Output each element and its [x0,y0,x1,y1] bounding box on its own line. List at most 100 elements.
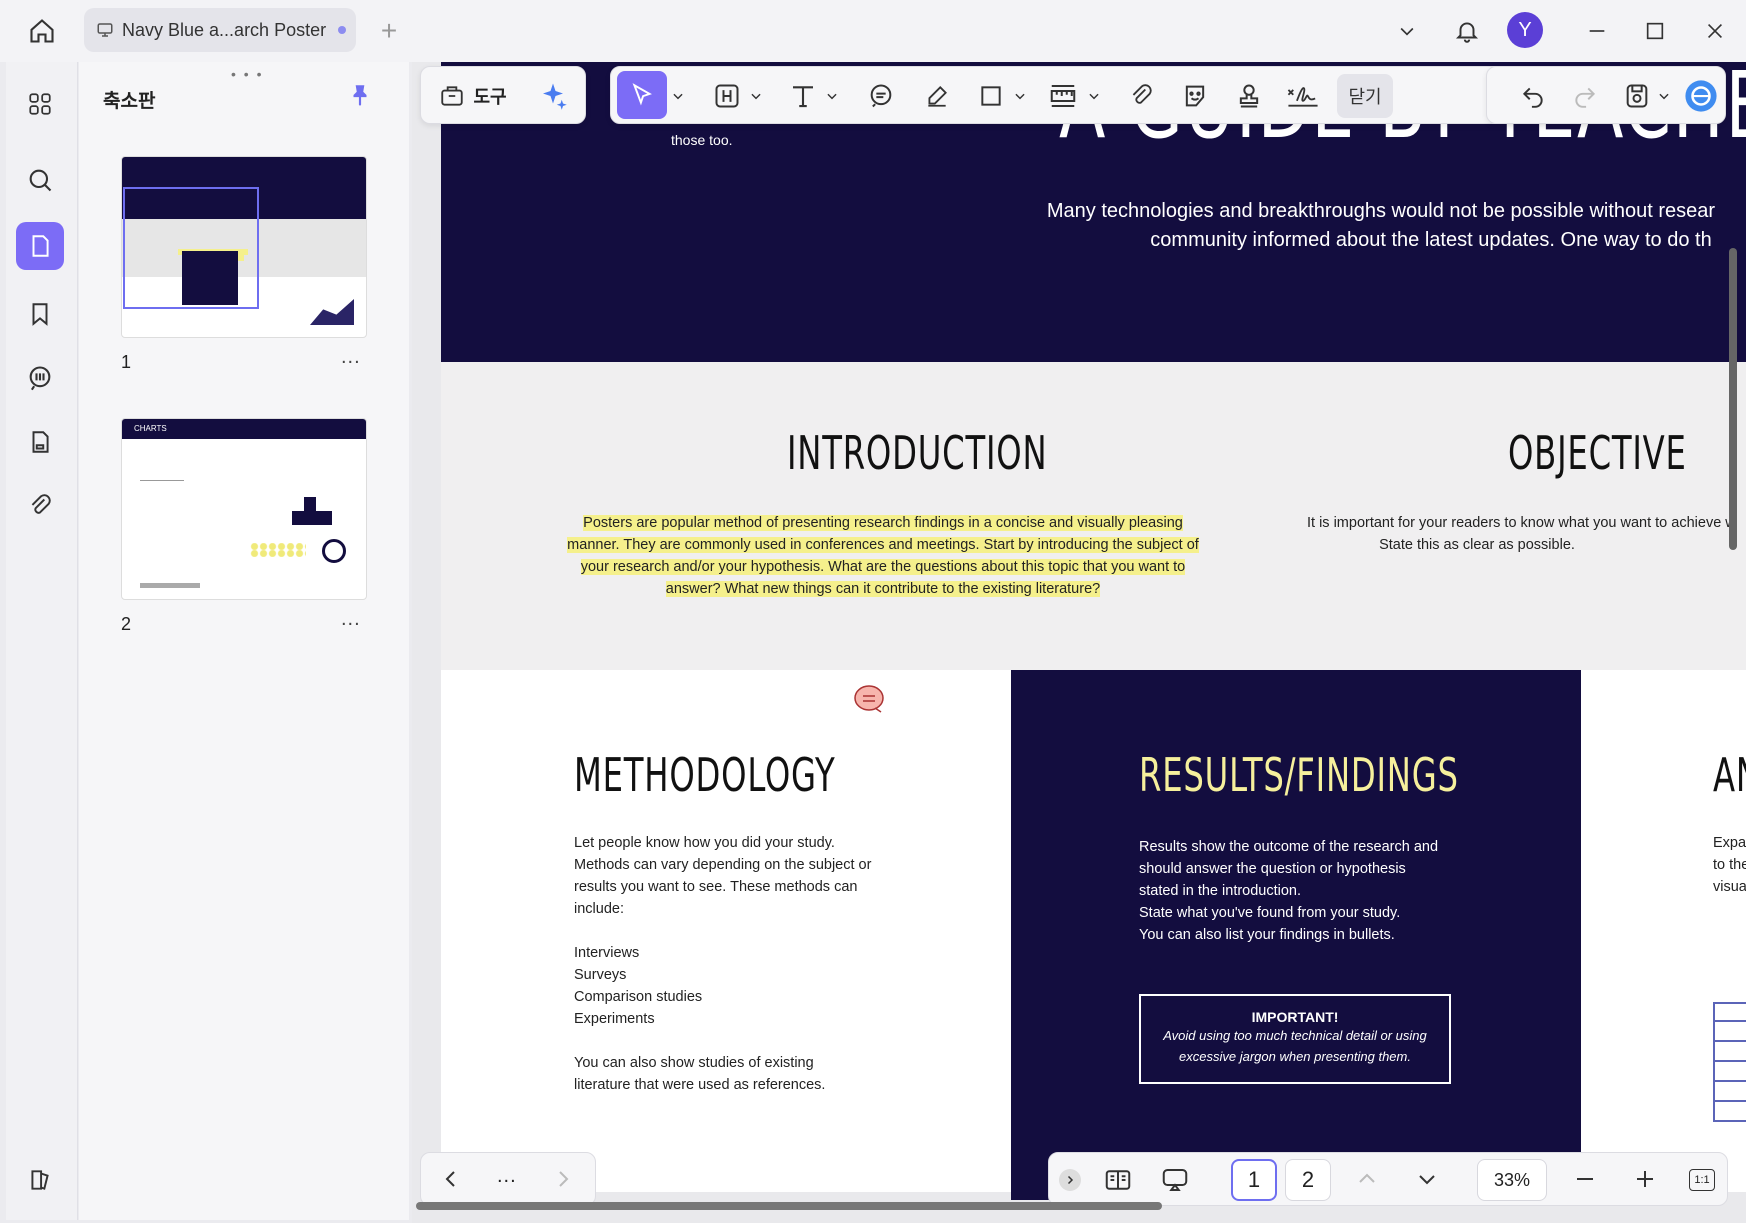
search-icon[interactable] [16,156,64,204]
objective-heading: OBJECTIVE [1508,426,1687,480]
vertical-scrollbar[interactable] [1729,248,1737,550]
analysis-line: to the [1713,857,1746,873]
methodology-list-item: Comparison studies [574,989,703,1005]
chevron-down-icon[interactable] [1392,16,1422,46]
poster-intro-line-2: community informed about the latest upda… [1150,229,1712,251]
document-page: A GUIDE BY TEACHER A those too. Many tec… [441,62,1746,1200]
introduction-text: Posters are popular method of presenting… [561,512,1205,600]
tools-label: 도구 [473,87,507,107]
highlighted-text[interactable]: Posters are popular method of presenting… [567,515,1199,597]
notification-bell-icon[interactable] [1450,14,1484,48]
heading-tool-icon[interactable] [707,76,747,116]
two-page-view-icon[interactable] [1103,1165,1133,1195]
signature-icon[interactable] [1283,76,1323,116]
page-nav-mini: ... [420,1152,596,1206]
document-tab[interactable]: Navy Blue a...arch Poster [84,8,356,52]
bookmark-icon[interactable] [16,290,64,338]
results-section: RESULTS/FINDINGS Results show the outcom… [1011,670,1581,1200]
page-more-button[interactable]: ... [341,608,361,631]
introduction-heading: INTRODUCTION [787,426,1048,480]
page-more-button[interactable]: ... [341,346,361,369]
more-button[interactable]: ... [497,1165,517,1188]
attachment-icon[interactable] [16,482,64,530]
horizontal-scrollbar[interactable] [416,1202,1162,1210]
page-number-label: 2 [121,614,132,634]
layers-icon[interactable] [16,1156,64,1204]
methodology-heading: METHODOLOGY [574,748,836,802]
undo-icon[interactable] [1513,76,1553,116]
chevron-left-icon[interactable] [439,1167,463,1191]
save-icon[interactable] [1617,76,1657,116]
page-2-button[interactable]: 2 [1285,1159,1331,1201]
rectangle-shape-icon[interactable] [971,76,1011,116]
title-bar: Navy Blue a...arch Poster + Y [0,0,1746,62]
toolbox-icon [441,86,464,106]
chevron-right-icon[interactable] [551,1167,575,1191]
analysis-graphic [1713,1002,1746,1122]
zoom-out-icon[interactable] [1573,1167,1597,1191]
tools-button[interactable]: 도구 [433,76,513,116]
methodology-list-item: Interviews [574,945,640,961]
page-thumbnail-1[interactable] [121,156,367,338]
grid-icon[interactable] [16,80,64,128]
methodology-text: Let people know how you did your study. … [574,832,894,1096]
objective-line-1: It is important for your readers to know… [1307,515,1736,531]
pin-icon[interactable] [347,82,373,108]
close-tools-button[interactable]: 닫기 [1337,74,1393,118]
annotation-toolbar: 도구 닫기 [420,66,1726,124]
avatar[interactable]: Y [1507,12,1543,48]
view-controls-bar: 1 2 33% 1:1 [1048,1152,1728,1206]
chevron-down-icon[interactable] [821,76,843,116]
objective-line-2: State this as clear as possible. [1379,537,1575,553]
ai-assistant-icon[interactable] [1681,76,1721,116]
chevron-down-icon[interactable] [1009,76,1031,116]
chevron-down-icon[interactable] [1083,76,1105,116]
panel-grip[interactable]: • • • [231,66,263,82]
paperclip-icon[interactable] [1121,76,1161,116]
presentation-icon [97,23,113,37]
page-1-button[interactable]: 1 [1231,1159,1277,1201]
methodology-outro: You can also show studies of existing li… [574,1055,826,1093]
home-icon[interactable] [22,12,62,50]
viewport-indicator[interactable] [123,187,259,309]
thumbnails-icon[interactable] [16,222,64,270]
form-icon[interactable] [16,418,64,466]
important-callout: IMPORTANT! Avoid using too much technica… [1139,994,1451,1084]
close-window-button[interactable] [1698,14,1732,48]
select-tool-button[interactable] [617,71,667,119]
objective-text: It is important for your readers to know… [1307,512,1746,556]
chevron-down-icon[interactable] [745,76,767,116]
measure-ruler-icon[interactable] [1043,76,1083,116]
results-line: State what you've found from your study. [1139,905,1401,921]
history-group [1486,66,1726,124]
important-line-2: excessive jargon when presenting them. [1179,1049,1411,1064]
zoom-in-icon[interactable] [1633,1167,1657,1191]
presentation-icon[interactable] [1159,1165,1191,1195]
page-thumbnail-2[interactable]: CHARTS [121,418,367,600]
new-tab-button[interactable]: + [374,14,404,48]
comment-icon[interactable] [16,354,64,402]
expand-arrow-icon[interactable] [1059,1169,1081,1191]
ai-sparkle-icon[interactable] [533,76,573,116]
chevron-down-icon[interactable] [667,76,689,116]
stamp-icon[interactable] [1229,76,1269,116]
analysis-heading: AN [1713,748,1746,802]
minimize-button[interactable] [1580,14,1614,48]
panel-title: 축소판 [103,91,156,112]
chevron-down-icon[interactable] [1653,76,1675,116]
zoom-level[interactable]: 33% [1477,1159,1547,1201]
comment-marker-icon[interactable] [853,684,885,714]
maximize-button[interactable] [1638,14,1672,48]
chevron-down-icon[interactable] [1415,1167,1439,1191]
note-comment-icon[interactable] [861,76,901,116]
chevron-up-icon[interactable] [1355,1167,1379,1191]
page-number-label: 1 [121,352,132,372]
cursor-icon [632,83,652,106]
actual-size-button[interactable]: 1:1 [1689,1169,1715,1191]
sticker-icon[interactable] [1175,76,1215,116]
pen-icon[interactable] [917,76,957,116]
important-line-1: Avoid using too much technical detail or… [1163,1028,1427,1043]
document-viewer[interactable]: A GUIDE BY TEACHER A those too. Many tec… [412,62,1746,1223]
redo-icon[interactable] [1565,76,1605,116]
text-tool-icon[interactable] [783,76,823,116]
